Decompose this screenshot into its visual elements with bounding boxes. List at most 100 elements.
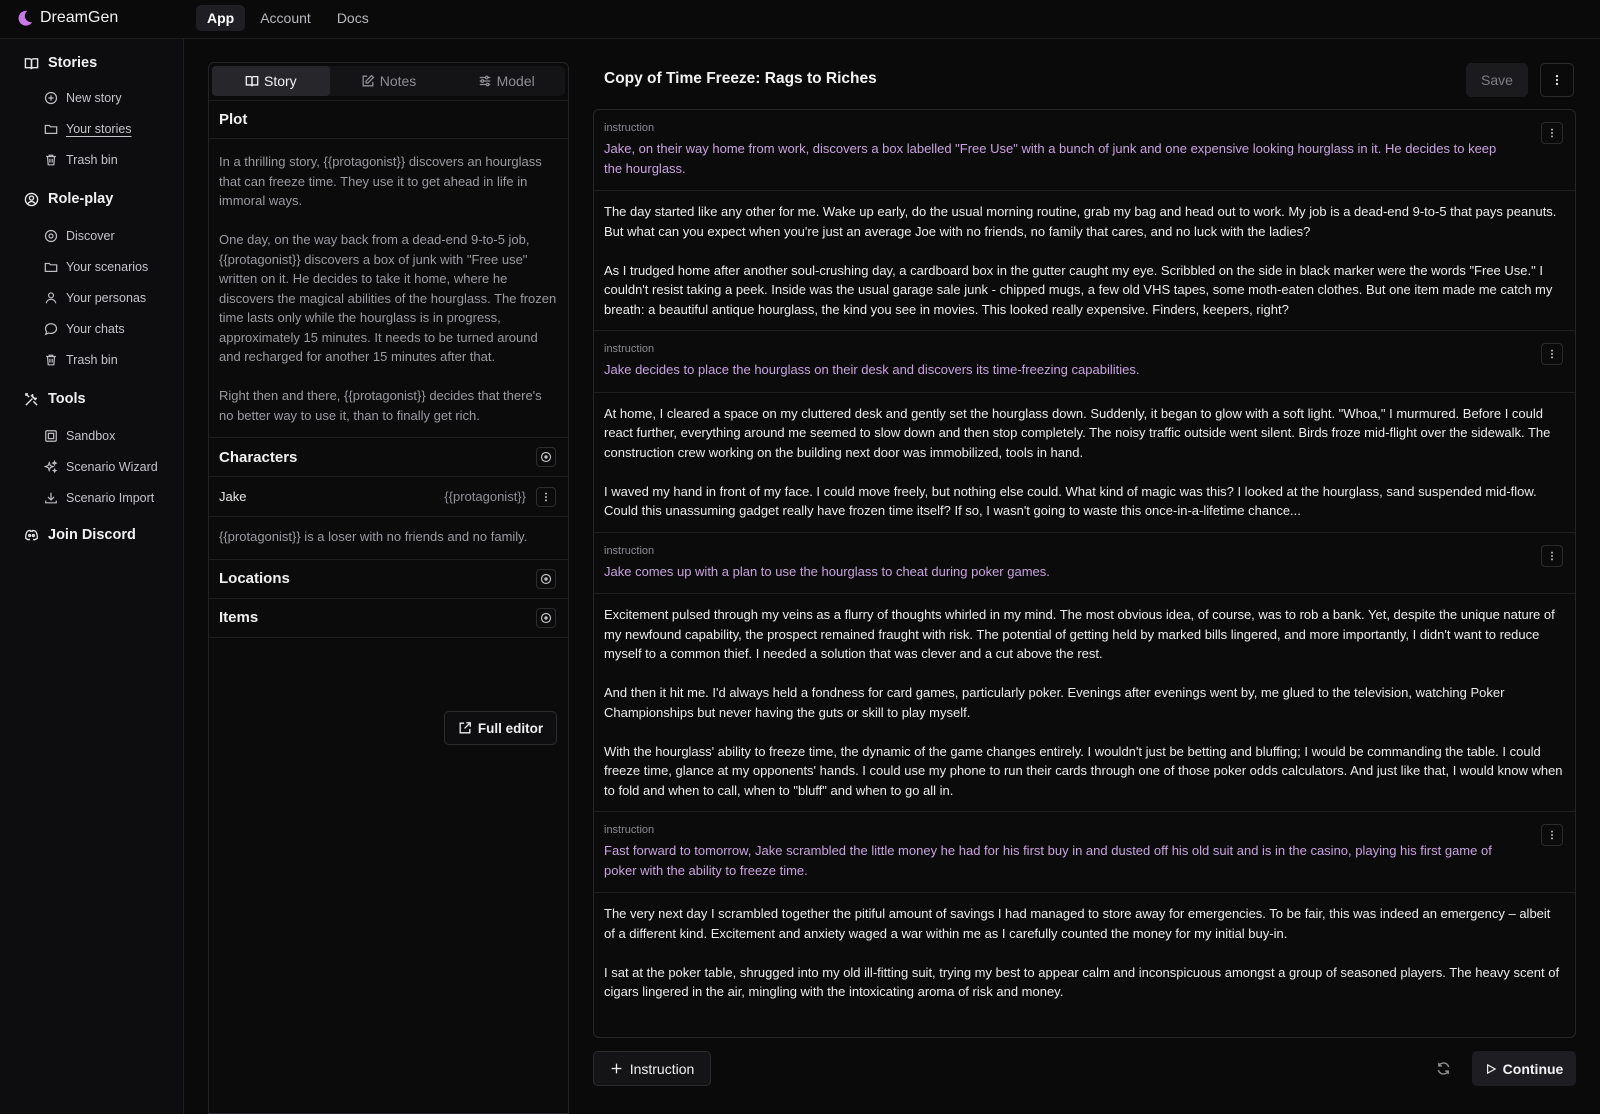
- tab-label: Notes: [379, 73, 417, 89]
- moon-logo-icon: [18, 10, 33, 26]
- plot-heading: Plot: [209, 100, 568, 139]
- add-instruction-button[interactable]: Instruction: [593, 1051, 711, 1086]
- sidebar-section-label: Join Discord: [48, 527, 136, 543]
- continue-button[interactable]: Continue: [1472, 1051, 1576, 1086]
- sidebar-item-scenario-wizard[interactable]: Scenario Wizard: [44, 460, 158, 474]
- tools-icon: [24, 392, 39, 407]
- sidebar-item-label: Your chats: [66, 322, 125, 336]
- prose-block[interactable]: At home, I cleared a space on my clutter…: [594, 393, 1575, 533]
- sidebar-item-your-scenarios[interactable]: Your scenarios: [44, 260, 148, 274]
- instruction-block[interactable]: instruction Jake comes up with a plan to…: [594, 533, 1575, 594]
- sidebar-item-new-story[interactable]: New story: [44, 91, 122, 105]
- instruction-text: Jake, on their way home from work, disco…: [604, 141, 1497, 176]
- instruction-block[interactable]: instruction Jake, on their way home from…: [594, 110, 1575, 191]
- chat-bubble-icon: [44, 322, 58, 336]
- plus-circle-icon: [44, 91, 58, 105]
- top-nav-app[interactable]: App: [196, 5, 246, 31]
- instruction-text: Jake comes up with a plan to use the hou…: [604, 563, 1050, 579]
- sidebar-item-your-stories[interactable]: Your stories: [44, 122, 132, 136]
- prose-paragraph: As I trudged home after another soul-cru…: [604, 262, 1553, 317]
- story-title: Copy of Time Freeze: Rags to Riches: [604, 70, 877, 87]
- instruction-menu-button[interactable]: [1541, 343, 1563, 365]
- prose-paragraph: And then it hit me. I'd always held a fo…: [604, 685, 1505, 720]
- sidebar-item-label: Trash bin: [66, 353, 118, 367]
- sidebar-item-trash-bin-stories[interactable]: Trash bin: [44, 153, 118, 167]
- folder-icon: [44, 260, 58, 274]
- sidebar-item-label: New story: [66, 91, 122, 105]
- tab-label: Model: [496, 73, 535, 89]
- kebab-menu-icon: [1551, 830, 1553, 840]
- instruction-block[interactable]: instruction Jake decides to place the ho…: [594, 331, 1575, 393]
- sidebar-item-label: Your scenarios: [66, 260, 149, 274]
- trash-icon: [44, 353, 58, 367]
- regenerate-button[interactable]: [1432, 1057, 1454, 1079]
- sidebar-item-label: Scenario Import: [66, 491, 155, 505]
- top-nav-docs[interactable]: Docs: [326, 5, 380, 31]
- story-details-panel: Story Notes Model Plot In a thrilling st…: [208, 62, 569, 1114]
- top-nav: App Account Docs: [196, 5, 380, 31]
- add-item-button[interactable]: [536, 607, 556, 628]
- panel-tabs: Story Notes Model: [212, 66, 565, 96]
- full-editor-label: Full editor: [477, 720, 544, 736]
- instruction-text: Fast forward to tomorrow, Jake scrambled…: [604, 843, 1492, 878]
- instruction-menu-button[interactable]: [1541, 824, 1563, 846]
- prose-paragraph: Excitement pulsed through my veins as a …: [604, 607, 1555, 661]
- sidebar-item-discover[interactable]: Discover: [44, 229, 115, 243]
- discord-icon: [24, 528, 39, 543]
- sidebar: Stories New story Your stories Trash bin…: [0, 39, 184, 1114]
- sidebar-section-roleplay[interactable]: Role-play: [24, 191, 113, 207]
- character-menu-button[interactable]: [536, 486, 556, 507]
- sidebar-item-sandbox[interactable]: Sandbox: [44, 429, 115, 443]
- sidebar-section-tools[interactable]: Tools: [24, 391, 86, 407]
- kebab-menu-icon: [545, 492, 547, 501]
- locations-heading: Locations: [209, 560, 568, 599]
- instruction-block[interactable]: instruction Fast forward to tomorrow, Ja…: [594, 812, 1575, 893]
- app-logo[interactable]: DreamGen: [16, 6, 118, 30]
- kebab-menu-icon: [1551, 128, 1553, 138]
- plot-heading-label: Plot: [219, 111, 248, 128]
- tab-notes[interactable]: Notes: [330, 66, 448, 96]
- prose-block[interactable]: Excitement pulsed through my veins as a …: [594, 594, 1575, 812]
- kebab-menu-icon: [1551, 551, 1553, 560]
- sidebar-item-label: Sandbox: [66, 429, 116, 443]
- tab-story[interactable]: Story: [212, 66, 330, 96]
- plot-paragraph: Right then and there, {{protagonist}} de…: [219, 388, 542, 423]
- instruction-label: instruction: [604, 544, 655, 557]
- prose-paragraph: I sat at the poker table, shrugged into …: [604, 964, 1560, 1000]
- play-icon: [1486, 1063, 1497, 1074]
- sidebar-item-scenario-import[interactable]: Scenario Import: [44, 491, 154, 505]
- character-name: Jake: [219, 489, 247, 504]
- sidebar-item-your-personas[interactable]: Your personas: [44, 291, 146, 305]
- sidebar-section-stories[interactable]: Stories: [24, 55, 97, 71]
- sidebar-section-label: Tools: [48, 391, 86, 407]
- full-editor-button[interactable]: Full editor: [444, 711, 557, 745]
- sidebar-item-trash-bin-roleplay[interactable]: Trash bin: [44, 353, 118, 367]
- instruction-menu-button[interactable]: [1541, 122, 1563, 144]
- add-character-button[interactable]: [536, 447, 556, 467]
- prose-block[interactable]: The day started like any other for me. W…: [594, 191, 1575, 331]
- character-description[interactable]: {{protagonist}} is a loser with no frien…: [209, 517, 568, 560]
- plus-icon: [611, 1063, 622, 1074]
- sidebar-join-discord[interactable]: Join Discord: [24, 527, 136, 543]
- user-circle-icon: [24, 192, 39, 207]
- plus-circle-icon: [540, 573, 552, 584]
- tab-model[interactable]: Model: [447, 66, 565, 96]
- sidebar-item-your-chats[interactable]: Your chats: [44, 322, 125, 336]
- book-icon: [24, 56, 39, 71]
- sandbox-icon: [44, 429, 58, 443]
- plot-text[interactable]: In a thrilling story, {{protagonist}} di…: [209, 139, 568, 438]
- instruction-text: Jake decides to place the hourglass on t…: [604, 362, 1140, 377]
- instruction-menu-button[interactable]: [1541, 544, 1563, 567]
- user-icon: [44, 291, 58, 305]
- story-menu-button[interactable]: [1540, 63, 1574, 97]
- add-location-button[interactable]: [536, 568, 556, 589]
- save-button[interactable]: Save: [1466, 63, 1528, 97]
- app-name: DreamGen: [40, 9, 119, 26]
- add-instruction-label: Instruction: [629, 1060, 695, 1077]
- character-row[interactable]: Jake {{protagonist}}: [209, 477, 568, 517]
- prose-paragraph: The day started like any other for me. W…: [604, 204, 1557, 239]
- top-nav-account[interactable]: Account: [249, 5, 322, 31]
- download-icon: [44, 491, 58, 505]
- prose-paragraph: With the hourglass' ability to freeze ti…: [604, 743, 1563, 798]
- prose-block[interactable]: The very next day I scrambled together t…: [594, 893, 1575, 1013]
